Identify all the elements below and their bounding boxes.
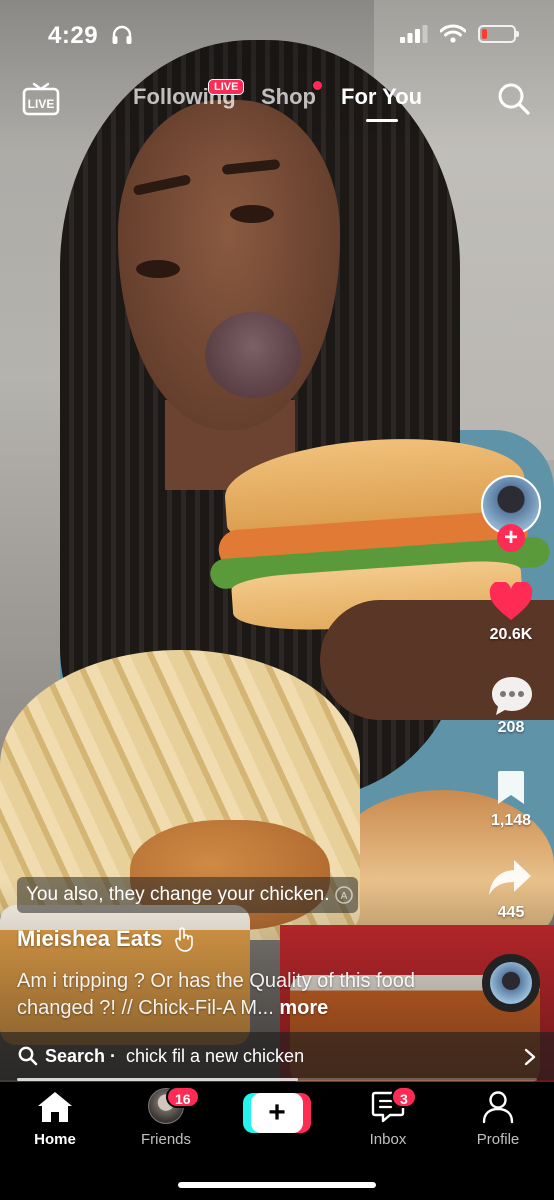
create-plus-icon: + xyxy=(251,1093,303,1133)
comment-count: 208 xyxy=(497,719,525,736)
wifi-icon xyxy=(440,24,466,43)
author-name[interactable]: Mieishea Eats xyxy=(17,926,163,952)
live-badge: LIVE xyxy=(208,79,245,95)
video-lips xyxy=(205,312,301,398)
tab-shop[interactable]: Shop xyxy=(261,84,316,110)
video-progress-bar[interactable] xyxy=(17,1078,537,1081)
headphones-icon xyxy=(112,25,132,44)
home-indicator xyxy=(178,1182,376,1188)
shop-notification-dot xyxy=(313,81,322,90)
friends-badge: 16 xyxy=(166,1086,200,1108)
search-suggestion-bar[interactable]: Search · chick fil a new chicken xyxy=(0,1032,554,1080)
music-disc[interactable] xyxy=(482,954,540,1012)
profile-icon xyxy=(482,1091,514,1124)
like-heart-icon[interactable] xyxy=(489,582,533,622)
home-icon xyxy=(38,1092,72,1122)
search-suggestion-icon xyxy=(18,1046,38,1066)
video-text-sticker: You also, they change your chicken. A xyxy=(17,877,358,913)
comment-bubble-icon[interactable] xyxy=(490,675,534,717)
author-row[interactable]: Mieishea Eats xyxy=(17,926,197,952)
video-caption[interactable]: Am i tripping ? Or has the Quality of th… xyxy=(17,968,437,1022)
nav-home-label: Home xyxy=(34,1131,76,1148)
nav-inbox-label: Inbox xyxy=(369,1131,407,1148)
save-count: 1,148 xyxy=(490,812,532,829)
follow-plus-button[interactable]: + xyxy=(497,524,525,552)
battery-icon xyxy=(478,24,519,43)
nav-home[interactable]: Home xyxy=(5,1090,105,1148)
tap-hand-icon xyxy=(174,927,193,952)
svg-text:A: A xyxy=(340,891,347,902)
video-eye-left xyxy=(136,260,180,278)
search-suggestion-query: chick fil a new chicken xyxy=(126,1046,305,1066)
bookmark-icon[interactable] xyxy=(495,770,527,806)
status-time: 4:29 xyxy=(48,22,99,49)
video-progress-fill xyxy=(17,1078,298,1081)
top-tabs: Following Shop For You xyxy=(0,84,554,114)
status-icons xyxy=(400,24,519,43)
auto-caption-icon: A xyxy=(334,886,353,904)
battery-level xyxy=(482,28,487,39)
video-eye-right xyxy=(230,205,274,223)
active-tab-indicator xyxy=(366,119,398,122)
search-icon[interactable] xyxy=(497,82,531,116)
share-count: 445 xyxy=(497,904,525,921)
caption-text: Am i tripping ? Or has the Quality of th… xyxy=(17,970,415,1019)
nav-inbox[interactable]: Inbox xyxy=(338,1090,438,1148)
nav-friends-label: Friends xyxy=(140,1131,192,1148)
nav-profile-label: Profile xyxy=(476,1131,520,1148)
cellular-signal-icon xyxy=(400,24,428,43)
create-button[interactable]: + xyxy=(243,1093,311,1133)
inbox-badge: 3 xyxy=(391,1086,417,1108)
nav-profile[interactable]: Profile xyxy=(448,1090,548,1148)
caption-more-link[interactable]: more xyxy=(279,997,328,1019)
sticker-text: You also, they change your chicken. xyxy=(26,884,330,905)
tab-for-you[interactable]: For You xyxy=(341,84,422,110)
chevron-right-icon xyxy=(524,1048,536,1066)
search-suggestion-label: Search · xyxy=(45,1046,117,1066)
like-count: 20.6K xyxy=(489,626,533,643)
share-arrow-icon[interactable] xyxy=(488,858,532,898)
